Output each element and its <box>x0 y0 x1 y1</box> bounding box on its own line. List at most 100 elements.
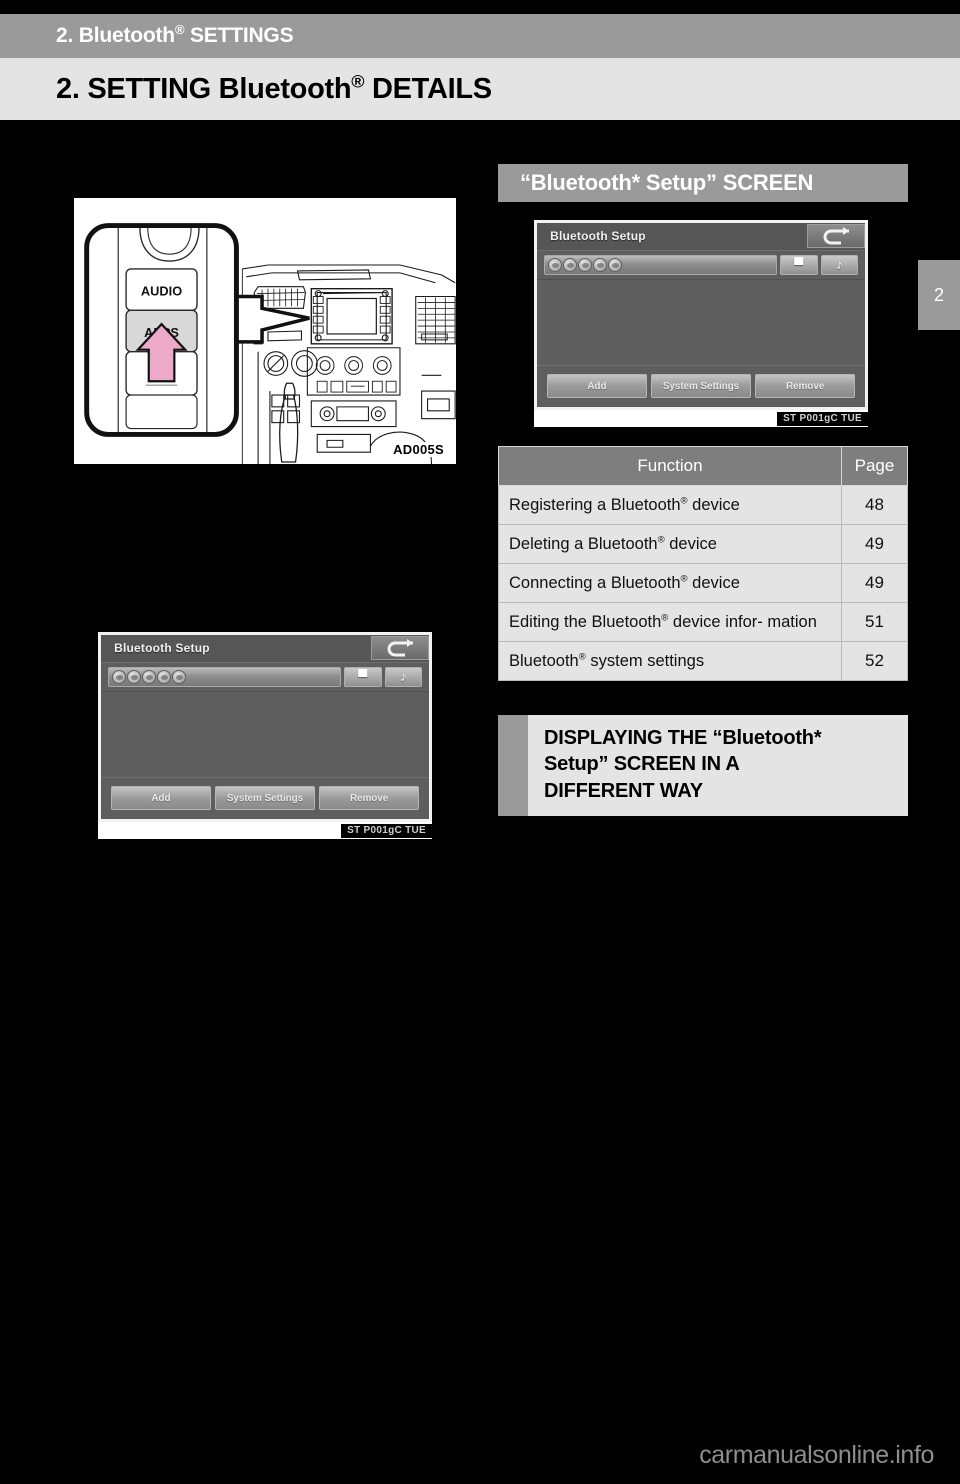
chapter-label: 2. Bluetooth® SETTINGS <box>56 22 294 48</box>
return-arrow-icon[interactable] <box>807 224 865 249</box>
system-settings-button[interactable]: System Settings <box>214 786 316 811</box>
bluetooth-setup-screen-right: Bluetooth Setup ▀ ♪ Add System Settings … <box>534 220 868 427</box>
table-row: Bluetooth® system settings 52 <box>498 641 908 681</box>
function-text-suffix: device <box>687 495 740 514</box>
device-circle-icon[interactable] <box>607 257 622 272</box>
dashboard-illustration-svg: AUDIO APPS <box>74 198 456 464</box>
screen-caption-row: ST P001gC TUE <box>534 410 868 427</box>
function-cell: Bluetooth® system settings <box>498 641 842 681</box>
subsection-marker <box>498 715 528 817</box>
registered-mark: ® <box>680 495 688 506</box>
screen-bottom-buttons: Add System Settings Remove <box>101 776 429 819</box>
function-cell: Editing the Bluetooth® device infor- mat… <box>498 602 842 642</box>
function-cell: Registering a Bluetooth® device <box>498 485 842 525</box>
subsection-line-2: Setup” SCREEN IN A <box>544 753 740 776</box>
right-column: “Bluetooth* Setup” SCREEN Bluetooth Setu… <box>498 164 908 817</box>
add-button[interactable]: Add <box>110 786 211 811</box>
return-arrow-icon[interactable] <box>371 636 429 661</box>
registered-mark: ® <box>174 22 185 37</box>
page-title-band: 2. SETTING Bluetooth® DETAILS <box>0 58 960 120</box>
screen-bottom-buttons: Add System Settings Remove <box>537 364 865 407</box>
audio-button-label: AUDIO <box>141 284 182 299</box>
illustration-code: AD005S <box>391 442 446 457</box>
function-text: Connecting a Bluetooth <box>509 573 681 592</box>
screen-title: Bluetooth Setup <box>114 641 210 656</box>
function-text-suffix: device infor- mation <box>668 612 817 631</box>
registered-mark: ® <box>578 651 586 662</box>
table-row: Deleting a Bluetooth® device 49 <box>498 524 908 564</box>
chapter-band: 2. Bluetooth® SETTINGS <box>0 14 960 58</box>
screen-toolbar: ▀ ♪ <box>537 251 865 281</box>
function-text-suffix: device <box>664 534 717 553</box>
site-watermark: carmanualsonline.info <box>699 1441 934 1469</box>
top-strip <box>0 0 960 14</box>
device-tab-strip[interactable] <box>107 666 341 688</box>
function-cell: Deleting a Bluetooth® device <box>498 524 842 564</box>
left-column: AUDIO APPS AD005S <box>72 196 458 466</box>
page-cell: 48 <box>841 485 908 525</box>
page-title: 2. SETTING Bluetooth® DETAILS <box>56 70 492 106</box>
screen-titlebar: Bluetooth Setup <box>537 223 865 251</box>
phone-icon: ▀ <box>358 669 368 685</box>
function-text: Bluetooth <box>509 651 579 670</box>
chapter-label-post: SETTINGS <box>184 24 294 47</box>
device-screen: Bluetooth Setup ▀ ♪ Add System Settings … <box>534 220 868 410</box>
remove-button[interactable]: Remove <box>319 786 420 811</box>
device-screen: Bluetooth Setup ▀ ♪ Add System Settings … <box>98 632 432 822</box>
table-row: Connecting a Bluetooth® device 49 <box>498 563 908 603</box>
screen-caption-row: ST P001gC TUE <box>98 822 432 839</box>
chapter-label-pre: 2. Bluetooth <box>56 24 175 47</box>
screen-caption: ST P001gC TUE <box>777 411 868 426</box>
section-heading-bluetooth-setup-screen: “Bluetooth* Setup” SCREEN <box>498 164 908 202</box>
music-icon-button[interactable]: ♪ <box>384 666 423 688</box>
screen-titlebar: Bluetooth Setup <box>101 635 429 663</box>
device-tab-strip[interactable] <box>543 254 777 276</box>
music-icon-button[interactable]: ♪ <box>820 254 859 276</box>
device-circle-icon[interactable] <box>592 257 607 272</box>
screen-caption: ST P001gC TUE <box>341 823 432 838</box>
bluetooth-setup-screen-left: Bluetooth Setup ▀ ♪ Add System Settings … <box>98 632 432 839</box>
page-title-post: DETAILS <box>364 72 492 105</box>
add-button[interactable]: Add <box>546 374 647 399</box>
function-text: Editing the Bluetooth <box>509 612 662 631</box>
phone-icon-button[interactable]: ▀ <box>779 254 818 276</box>
column-header-page: Page <box>841 446 908 486</box>
device-list-area <box>537 280 865 365</box>
dashboard-illustration: AUDIO APPS AD005S <box>72 196 458 466</box>
registered-mark: ® <box>351 70 365 91</box>
device-circle-icon[interactable] <box>111 669 126 684</box>
registered-mark: ® <box>680 573 688 584</box>
system-settings-button[interactable]: System Settings <box>650 374 752 399</box>
function-cell: Connecting a Bluetooth® device <box>498 563 842 603</box>
page-cell: 49 <box>841 524 908 564</box>
phone-icon-button[interactable]: ▀ <box>343 666 382 688</box>
device-circle-icon[interactable] <box>171 669 186 684</box>
page-body: 2 AUDIO AD005S Bluetooth Setup ▀ ♪ Add S… <box>0 120 960 1484</box>
phone-icon: ▀ <box>794 257 804 273</box>
subsection-heading-label: DISPLAYING THE “Bluetooth* Setup” SCREEN… <box>528 715 833 816</box>
device-circle-icon[interactable] <box>562 257 577 272</box>
device-circle-icon[interactable] <box>547 257 562 272</box>
device-circle-icon[interactable] <box>577 257 592 272</box>
chapter-tab: 2 <box>918 260 960 330</box>
music-note-icon: ♪ <box>400 669 407 685</box>
subsection-line-1: DISPLAYING THE “Bluetooth* <box>544 727 822 749</box>
function-text-suffix: system settings <box>585 651 705 670</box>
subsection-line-3: DIFFERENT WAY <box>544 779 703 802</box>
screen-toolbar: ▀ ♪ <box>101 663 429 693</box>
registered-mark: ® <box>657 534 665 545</box>
page-cell: 52 <box>841 641 908 681</box>
table-row: Editing the Bluetooth® device infor- mat… <box>498 602 908 642</box>
device-circle-icon[interactable] <box>156 669 171 684</box>
remove-button[interactable]: Remove <box>755 374 856 399</box>
function-text: Registering a Bluetooth <box>509 495 681 514</box>
device-circle-icon[interactable] <box>126 669 141 684</box>
page-title-pre: 2. SETTING Bluetooth <box>56 72 352 105</box>
column-header-function: Function <box>498 446 842 486</box>
function-text-suffix: device <box>687 573 740 592</box>
device-list-area <box>101 692 429 777</box>
subsection-heading-displaying-screen: DISPLAYING THE “Bluetooth* Setup” SCREEN… <box>498 715 908 817</box>
page-cell: 49 <box>841 563 908 603</box>
device-circle-icon[interactable] <box>141 669 156 684</box>
screen-title: Bluetooth Setup <box>550 229 646 244</box>
